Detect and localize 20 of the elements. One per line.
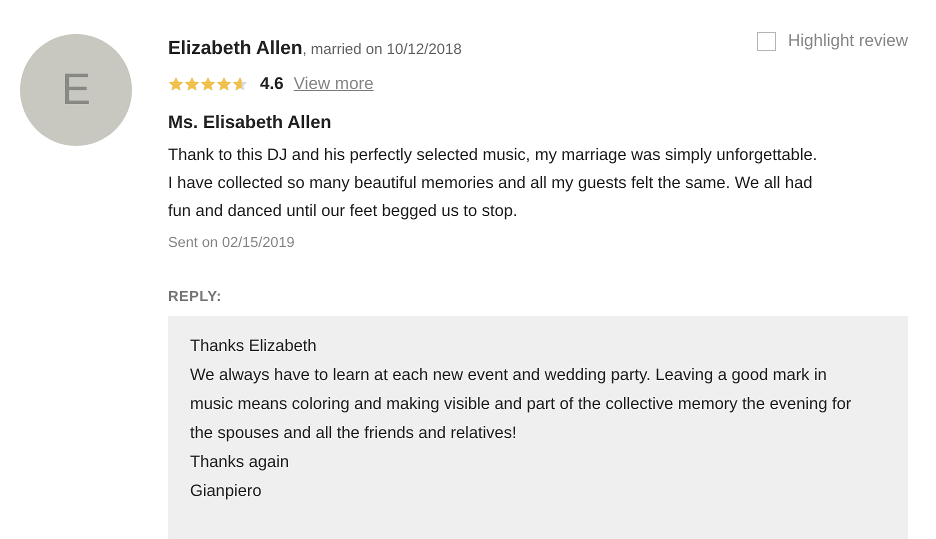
avatar: E: [20, 34, 132, 146]
reviewer-name: Elizabeth Allen: [168, 38, 302, 59]
star-icon: [168, 76, 184, 92]
star-icon: [216, 76, 232, 92]
star-icon: [200, 76, 216, 92]
review-title: Ms. Elisabeth Allen: [168, 112, 332, 133]
star-icon: [184, 76, 200, 92]
sent-date: Sent on 02/15/2019: [168, 235, 296, 251]
reply-text: Thanks again: [190, 452, 290, 473]
rating-score: 4.6: [260, 74, 284, 94]
review-text: Thank to this DJ and his perfectly selected music, my marriage was simply unforgettable. I have collected so many beautiful memories and all my guests felt the same. We all had fun and danced until our feet begged us to stop.: [168, 145, 818, 222]
reply-label: REPLY:: [168, 289, 223, 305]
highlight-label: Highlight review: [788, 31, 908, 51]
reply-text: Gianpiero: [190, 481, 263, 502]
wedding-date: , married on 10/12/2018: [302, 41, 462, 58]
reply-text: Thanks Elizabeth: [190, 336, 318, 357]
star-icon: [232, 76, 248, 92]
highlight-checkbox[interactable]: [757, 32, 776, 50]
reply-text: We always have to learn at each new event and wedding party. Leaving a good mark in music means coloring and making visible and part of the collective memory the evening for the spouses and all the friends and relatives!: [190, 365, 852, 444]
view-more-link[interactable]: View more: [294, 74, 374, 94]
